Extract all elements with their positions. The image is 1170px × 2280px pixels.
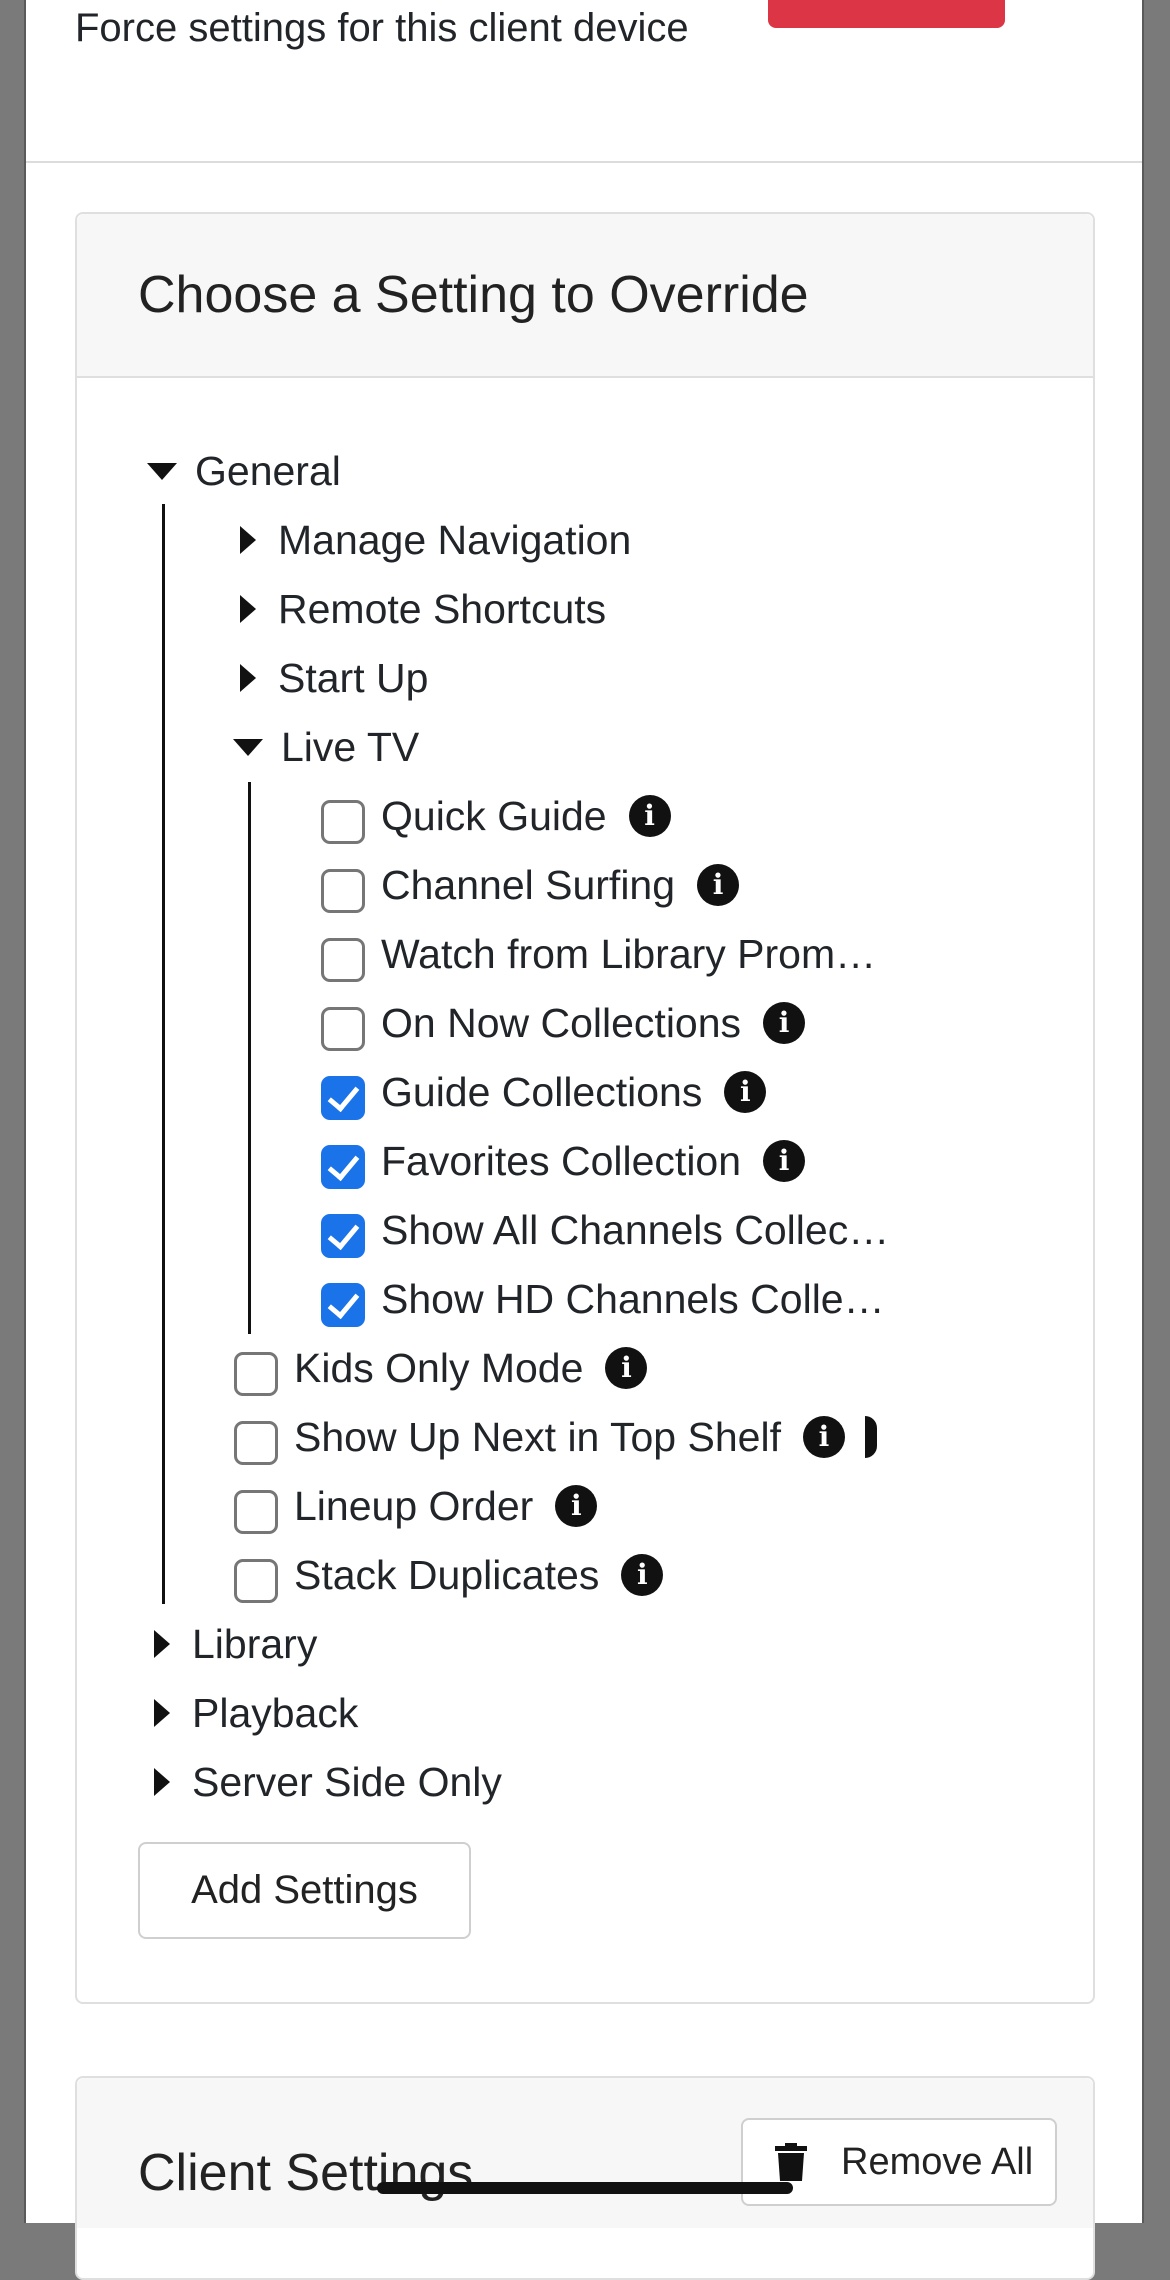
live-tv-tree-line [248,782,251,1334]
tree-label-live-tv: Live TV [281,724,420,770]
setting-label: On Now Collections [381,1000,742,1046]
tree-label-playback: Playback [192,1690,359,1736]
setting-label: Channel Surfing [381,862,676,908]
show-all-channels-checkbox[interactable] [321,1214,365,1258]
watch-from-library-checkbox[interactable] [321,938,365,982]
tree-node-live-tv[interactable]: Live TV [233,722,419,772]
client-settings-title: Client Settings [138,2144,474,2202]
setting-label: Show All Channels Collec… [381,1207,890,1253]
favorites-collection-checkbox[interactable] [321,1145,365,1189]
info-icon[interactable]: i [697,864,740,906]
tree-label-library: Library [192,1621,318,1667]
info-icon[interactable]: i [621,1554,664,1596]
info-icon[interactable]: i [628,795,671,837]
info-icon[interactable]: i [802,1416,845,1458]
setting-guide-collections[interactable]: Guide Collections i [321,1067,767,1120]
quick-guide-checkbox[interactable] [321,800,365,844]
show-hd-channels-checkbox[interactable] [321,1283,365,1327]
setting-label: Show HD Channels Colle… [381,1276,885,1322]
setting-on-now-collections[interactable]: On Now Collections i [321,998,806,1051]
override-card-title: Choose a Setting to Override [138,266,809,324]
caret-right-icon [240,664,256,692]
tree-label-start-up: Start Up [278,655,429,701]
add-settings-button[interactable]: Add Settings [138,1842,471,1939]
tree-label-general: General [195,448,341,494]
page-right-border [1142,0,1144,2223]
tree-node-library[interactable]: Library [154,1619,317,1669]
setting-show-hd-channels[interactable]: Show HD Channels Colle… [321,1274,885,1327]
tree-node-start-up[interactable]: Start Up [240,653,428,703]
client-settings-header: Client Settings Remove All [77,2078,1093,2228]
on-now-collections-checkbox[interactable] [321,1007,365,1051]
info-icon[interactable]: i [605,1347,648,1389]
force-settings-description: Force settings for this client device [75,6,689,50]
caret-right-icon [240,595,256,623]
tree-label-remote-shortcuts: Remote Shortcuts [278,586,607,632]
setting-label: Guide Collections [381,1069,703,1115]
general-tree-line [162,504,165,1604]
setting-label: Favorites Collection [381,1138,742,1184]
caret-right-icon [240,526,256,554]
setting-label: Show Up Next in Top Shelf [294,1414,781,1460]
setting-show-all-channels[interactable]: Show All Channels Collec… [321,1205,890,1258]
caret-right-icon [154,1768,170,1796]
tree-node-remote-shortcuts[interactable]: Remote Shortcuts [240,584,606,634]
tree-node-server-side-only[interactable]: Server Side Only [154,1757,502,1807]
setting-label: Kids Only Mode [294,1345,584,1391]
caret-down-icon [147,462,177,480]
info-icon[interactable] [864,1416,877,1458]
tree-node-manage-navigation[interactable]: Manage Navigation [240,515,631,565]
guide-collections-checkbox[interactable] [321,1076,365,1120]
info-icon[interactable]: i [555,1485,598,1527]
show-up-next-checkbox[interactable] [234,1421,278,1465]
setting-channel-surfing[interactable]: Channel Surfing i [321,860,740,913]
setting-lineup-order[interactable]: Lineup Order i [234,1481,598,1534]
caret-right-icon [154,1699,170,1727]
stack-duplicates-checkbox[interactable] [234,1559,278,1603]
setting-show-up-next[interactable]: Show Up Next in Top Shelf i [234,1412,877,1465]
info-icon[interactable]: i [763,1002,806,1044]
setting-favorites-collection[interactable]: Favorites Collection i [321,1136,806,1189]
setting-quick-guide[interactable]: Quick Guide i [321,791,671,844]
setting-label: Watch from Library Prom… [381,931,877,977]
remove-all-label: Remove All [841,2140,1034,2183]
tree-label-server-side-only: Server Side Only [192,1759,502,1805]
home-indicator [377,2182,793,2194]
trash-icon [775,2143,807,2181]
info-icon[interactable]: i [724,1071,767,1113]
client-settings-card: Client Settings Remove All [75,2076,1095,2280]
settings-page: Force settings for this client device Ch… [26,0,1142,2280]
caret-down-icon [233,738,263,756]
setting-kids-only-mode[interactable]: Kids Only Mode i [234,1343,648,1396]
setting-label: Quick Guide [381,793,607,839]
channel-surfing-checkbox[interactable] [321,869,365,913]
caret-right-icon [154,1630,170,1658]
setting-label: Lineup Order [294,1483,534,1529]
kids-only-mode-checkbox[interactable] [234,1352,278,1396]
override-card: Choose a Setting to Override General Man… [75,212,1095,2004]
setting-watch-from-library[interactable]: Watch from Library Prom… [321,929,877,982]
tree-node-playback[interactable]: Playback [154,1688,358,1738]
setting-label: Stack Duplicates [294,1552,600,1598]
override-card-header: Choose a Setting to Override [77,214,1093,378]
setting-stack-duplicates[interactable]: Stack Duplicates i [234,1550,664,1603]
info-icon[interactable]: i [763,1140,806,1182]
danger-button[interactable] [768,0,1005,28]
lineup-order-checkbox[interactable] [234,1490,278,1534]
tree-label-manage-navigation: Manage Navigation [278,517,632,563]
client-device-section: Force settings for this client device [26,0,1142,163]
tree-node-general[interactable]: General [147,446,341,496]
